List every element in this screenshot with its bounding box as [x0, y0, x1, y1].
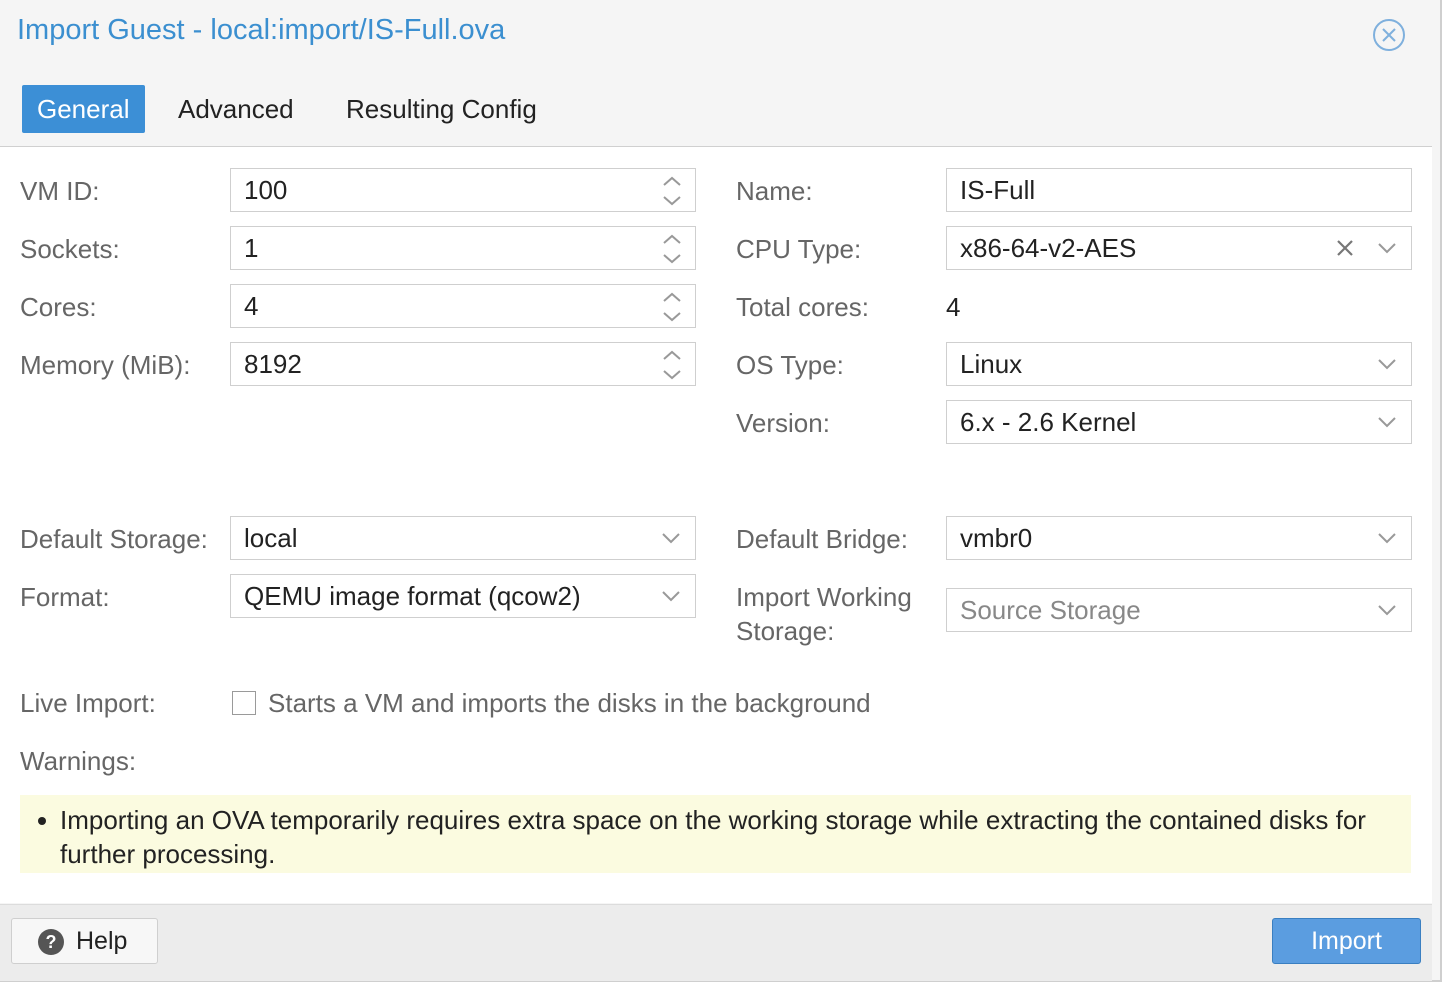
- close-icon[interactable]: [1372, 18, 1406, 52]
- spinner-icon[interactable]: [661, 232, 683, 266]
- cores-field[interactable]: 4: [230, 284, 696, 328]
- tab-advanced[interactable]: Advanced: [178, 85, 294, 133]
- warning-item: Importing an OVA temporarily requires ex…: [60, 803, 1390, 871]
- chevron-down-icon[interactable]: [661, 530, 681, 546]
- cpu-type-select[interactable]: x86-64-v2-AES: [946, 226, 1412, 270]
- format-select[interactable]: QEMU image format (qcow2): [230, 574, 696, 618]
- default-bridge-label: Default Bridge:: [736, 524, 908, 554]
- default-storage-select[interactable]: local: [230, 516, 696, 560]
- version-label: Version:: [736, 408, 830, 438]
- help-button[interactable]: ? Help: [11, 918, 158, 964]
- clear-icon[interactable]: [1335, 238, 1355, 258]
- chevron-down-icon[interactable]: [1377, 240, 1397, 256]
- cores-label: Cores:: [20, 292, 97, 322]
- chevron-down-icon[interactable]: [1377, 356, 1397, 372]
- dialog-title: Import Guest - local:import/IS-Full.ova: [17, 14, 506, 46]
- live-import-label: Live Import:: [20, 688, 156, 718]
- spinner-icon[interactable]: [661, 290, 683, 324]
- import-working-storage-placeholder: Source Storage: [960, 595, 1141, 625]
- os-type-label: OS Type:: [736, 350, 844, 380]
- memory-value: 8192: [244, 349, 302, 379]
- question-circle-icon: ?: [38, 929, 64, 955]
- total-cores-value: 4: [946, 292, 961, 322]
- version-value: 6.x - 2.6 Kernel: [960, 407, 1137, 437]
- help-button-label: Help: [76, 927, 128, 955]
- warnings-label: Warnings:: [20, 746, 137, 776]
- dialog-header: Import Guest - local:import/IS-Full.ova: [0, 0, 1432, 68]
- import-working-storage-select[interactable]: Source Storage: [946, 588, 1412, 632]
- chevron-down-icon[interactable]: [1377, 602, 1397, 618]
- format-value: QEMU image format (qcow2): [244, 581, 581, 611]
- import-guest-dialog: Import Guest - local:import/IS-Full.ova …: [0, 0, 1442, 982]
- os-type-select[interactable]: Linux: [946, 342, 1412, 386]
- vm-id-value: 100: [244, 175, 288, 205]
- cpu-type-label: CPU Type:: [736, 234, 862, 264]
- name-value: IS-Full: [960, 175, 1036, 205]
- default-bridge-value: vmbr0: [960, 523, 1033, 553]
- chevron-down-icon[interactable]: [1377, 414, 1397, 430]
- spinner-icon[interactable]: [661, 174, 683, 208]
- cpu-type-value: x86-64-v2-AES: [960, 233, 1137, 263]
- live-import-checkbox-label[interactable]: Starts a VM and imports the disks in the…: [268, 686, 871, 720]
- default-bridge-select[interactable]: vmbr0: [946, 516, 1412, 560]
- sockets-label: Sockets:: [20, 234, 120, 264]
- warnings-box: Importing an OVA temporarily requires ex…: [20, 795, 1411, 873]
- import-button[interactable]: Import: [1272, 918, 1421, 964]
- dialog-footer: ? Help Import: [0, 904, 1432, 981]
- cores-value: 4: [244, 291, 259, 321]
- name-field[interactable]: IS-Full: [946, 168, 1412, 212]
- version-select[interactable]: 6.x - 2.6 Kernel: [946, 400, 1412, 444]
- memory-field[interactable]: 8192: [230, 342, 696, 386]
- format-label: Format:: [20, 582, 110, 612]
- default-storage-value: local: [244, 523, 298, 553]
- sockets-field[interactable]: 1: [230, 226, 696, 270]
- vm-id-field[interactable]: 100: [230, 168, 696, 212]
- vm-id-label: VM ID:: [20, 176, 100, 206]
- memory-label: Memory (MiB):: [20, 350, 191, 380]
- total-cores-label: Total cores:: [736, 292, 869, 322]
- import-working-storage-label-line1: Import Working: [736, 582, 912, 612]
- os-type-value: Linux: [960, 349, 1023, 379]
- chevron-down-icon[interactable]: [1377, 530, 1397, 546]
- live-import-checkbox[interactable]: [232, 691, 256, 715]
- bullet-icon: [38, 817, 46, 825]
- spinner-icon[interactable]: [661, 348, 683, 382]
- import-working-storage-label-line2: Storage:: [736, 616, 835, 646]
- tab-general[interactable]: General: [22, 85, 145, 133]
- tab-bar: General Advanced Resulting Config: [0, 68, 1432, 147]
- tab-resulting-config[interactable]: Resulting Config: [346, 85, 537, 133]
- name-label: Name:: [736, 176, 813, 206]
- warning-text: Importing an OVA temporarily requires ex…: [60, 805, 1366, 869]
- default-storage-label: Default Storage:: [20, 524, 208, 554]
- chevron-down-icon[interactable]: [661, 588, 681, 604]
- general-panel: VM ID: 100 Sockets: 1 Cores: 4 Memory (M…: [0, 147, 1432, 903]
- sockets-value: 1: [244, 233, 259, 263]
